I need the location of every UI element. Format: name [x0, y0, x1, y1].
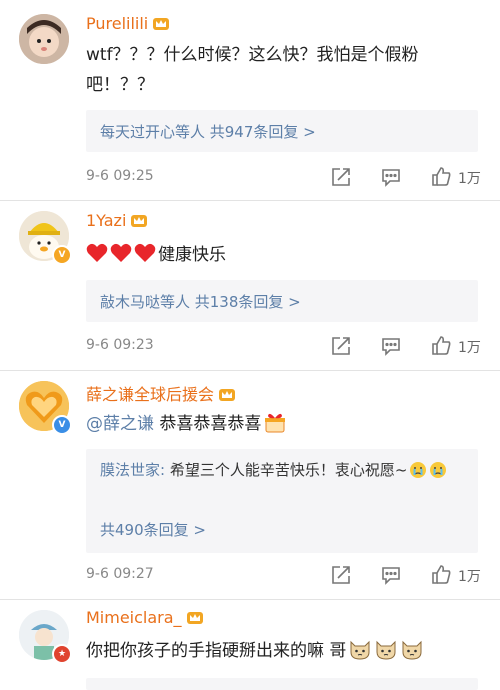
crown-icon [130, 212, 148, 228]
like-button[interactable] [430, 334, 452, 356]
comment-icon[interactable] [380, 564, 402, 586]
reply-box[interactable] [86, 678, 478, 690]
reply-box[interactable]: 敲木马哒等人 共138条回复 > [86, 280, 478, 322]
comment-item: V 薛之谦全球后援会 @薛之谦 恭喜恭喜恭喜 膜法世家: 希望三个人能辛苦快乐！… [0, 371, 500, 599]
crown-icon [152, 15, 170, 31]
timestamp: 9-6 09:27 [86, 566, 154, 582]
verified-badge: V [52, 415, 72, 435]
verified-badge: ★ [52, 644, 72, 664]
like-button[interactable] [430, 563, 452, 585]
cat-face-icon [400, 638, 424, 660]
replies-summary-link[interactable]: 共490条回复 > [100, 519, 206, 540]
username[interactable]: Purelilili [86, 14, 170, 33]
comment-icon[interactable] [380, 166, 402, 188]
comment-item: ★ Mimeiclara_ 你把你孩子的手指硬掰出来的嘛 哥 [0, 600, 500, 690]
username[interactable]: Mimeiclara_ [86, 608, 204, 627]
share-icon[interactable] [330, 166, 352, 188]
like-count: 1万 [458, 171, 481, 187]
share-icon[interactable] [330, 564, 352, 586]
heart-icon [86, 243, 108, 263]
crown-icon [186, 609, 204, 625]
username[interactable]: 1Yazi [86, 211, 148, 230]
cat-face-icon [374, 638, 398, 660]
username[interactable]: 薛之谦全球后援会 [86, 381, 236, 405]
verified-badge: V [52, 245, 72, 265]
comment-text: 你把你孩子的手指硬掰出来的嘛 哥 [86, 636, 486, 666]
avatar[interactable] [19, 14, 69, 64]
comment-text: @薛之谦 恭喜恭喜恭喜 [86, 409, 466, 439]
reply-author-link[interactable]: 膜法世家: [100, 461, 165, 479]
timestamp: 9-6 09:25 [86, 168, 154, 184]
comment-icon[interactable] [380, 335, 402, 357]
like-count: 1万 [458, 569, 481, 585]
cry-face-icon [409, 461, 427, 479]
reply-box[interactable]: 每天过开心等人 共947条回复 > [86, 110, 478, 152]
mention-link[interactable]: @薛之谦 [86, 414, 154, 434]
heart-icon [110, 243, 132, 263]
share-icon[interactable] [330, 335, 352, 357]
heart-icon [134, 243, 156, 263]
like-button[interactable] [430, 165, 452, 187]
like-count: 1万 [458, 340, 481, 356]
timestamp: 9-6 09:23 [86, 337, 154, 353]
comment-text: 健康快乐 [86, 240, 466, 270]
crown-icon [218, 386, 236, 402]
reply-box[interactable]: 膜法世家: 希望三个人能辛苦快乐！衷心祝愿~ 共490条回复 > [86, 449, 478, 553]
comment-item: Purelilili wtf？？？什么时候？这么快？我怕是个假粉吧！？？ 每天过… [0, 0, 500, 200]
comment-text: wtf？？？什么时候？这么快？我怕是个假粉吧！？？ [86, 45, 419, 95]
reply-preview: 膜法世家: 希望三个人能辛苦快乐！衷心祝愿~ [100, 457, 468, 484]
comment-item: V 1Yazi 健康快乐 敲木马哒等人 共138条回复 > 9-6 09:23 … [0, 201, 500, 371]
cat-face-icon [348, 638, 372, 660]
gift-icon [263, 411, 287, 433]
cry-face-icon [429, 461, 447, 479]
replies-summary-link[interactable]: 敲木马哒等人 共138条回复 > [100, 291, 301, 312]
replies-summary-link[interactable]: 每天过开心等人 共947条回复 > [100, 121, 316, 142]
